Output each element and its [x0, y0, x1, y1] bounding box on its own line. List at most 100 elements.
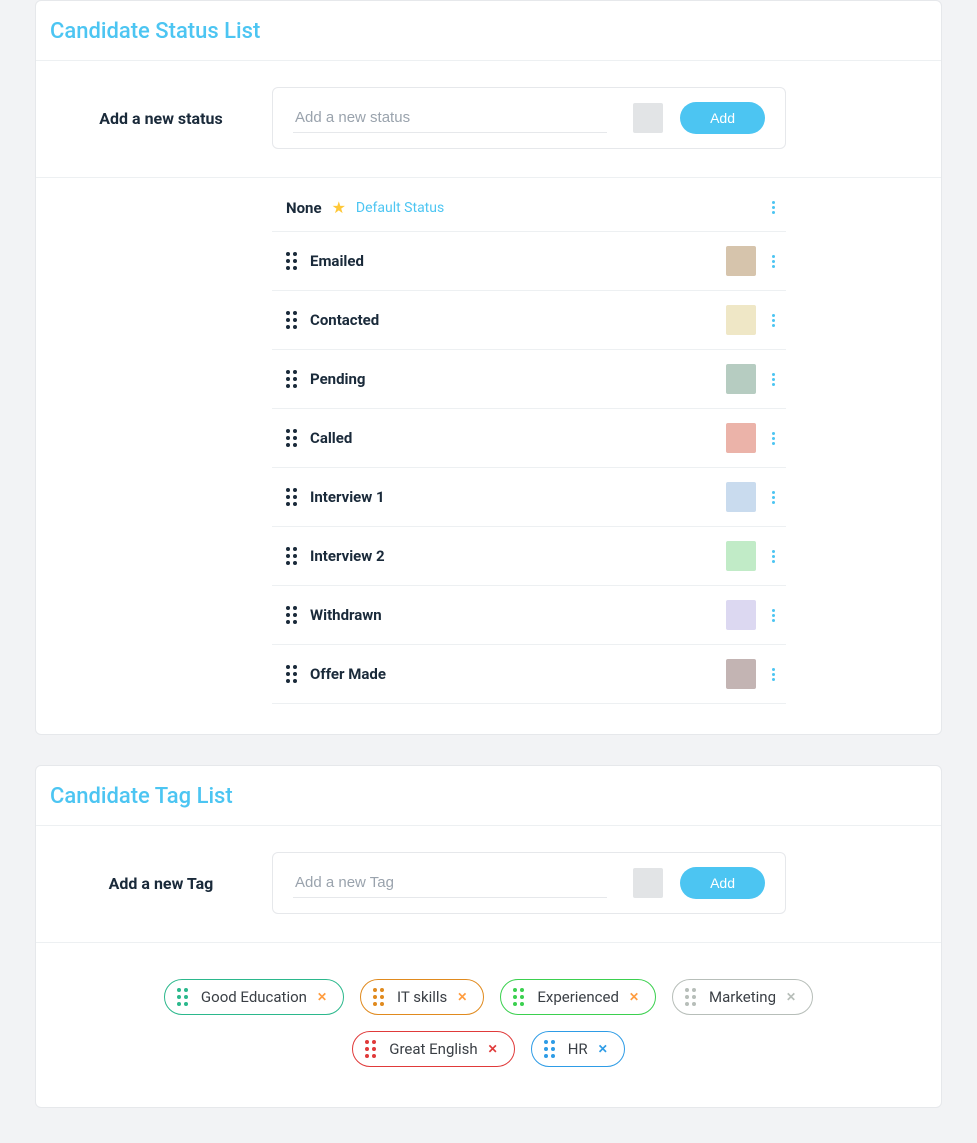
status-row: Emailed — [272, 232, 786, 291]
status-row-left: Pending — [286, 370, 365, 388]
status-label: Pending — [310, 370, 365, 388]
status-row: Pending — [272, 350, 786, 409]
status-row-left: Emailed — [286, 252, 364, 270]
default-status-link[interactable]: Default Status — [356, 200, 444, 216]
status-row: Offer Made — [272, 645, 786, 704]
status-row-right — [726, 364, 780, 394]
status-row-right — [726, 482, 780, 512]
status-row-right — [726, 541, 780, 571]
tags-area: Good Education✕ IT skills✕ Experienced✕ Mar… — [36, 942, 941, 1077]
status-list-area: None ★ Default Status Emailed Contacted Pe… — [36, 177, 941, 704]
status-label: Called — [310, 429, 352, 447]
drag-handle-icon[interactable] — [286, 665, 300, 683]
status-add-left — [293, 103, 663, 133]
kebab-icon[interactable] — [766, 665, 780, 684]
kebab-icon[interactable] — [766, 311, 780, 330]
status-row-right — [726, 659, 780, 689]
kebab-icon[interactable] — [766, 252, 780, 271]
kebab-icon[interactable] — [766, 488, 780, 507]
status-row: Interview 2 — [272, 527, 786, 586]
drag-handle-icon[interactable] — [286, 370, 300, 388]
status-row-right — [726, 600, 780, 630]
close-icon[interactable]: ✕ — [457, 990, 467, 1004]
kebab-icon[interactable] — [766, 606, 780, 625]
drag-handle-icon[interactable] — [544, 1040, 558, 1058]
close-icon[interactable]: ✕ — [629, 990, 639, 1004]
tag-add-label: Add a new Tag — [50, 874, 272, 893]
drag-handle-icon[interactable] — [286, 606, 300, 624]
status-color-swatch[interactable] — [726, 364, 756, 394]
tag-label: Marketing — [709, 988, 776, 1006]
status-color-picker[interactable] — [633, 103, 663, 133]
status-color-swatch[interactable] — [726, 659, 756, 689]
tag-add-input[interactable] — [293, 868, 607, 898]
close-icon[interactable]: ✕ — [488, 1042, 498, 1056]
drag-handle-icon[interactable] — [286, 311, 300, 329]
drag-handle-icon[interactable] — [373, 988, 387, 1006]
status-label: Withdrawn — [310, 606, 382, 624]
status-label: Emailed — [310, 252, 364, 270]
status-row: Interview 1 — [272, 468, 786, 527]
status-label: Interview 2 — [310, 547, 385, 565]
close-icon[interactable]: ✕ — [317, 990, 327, 1004]
tag-add-button[interactable]: Add — [680, 867, 765, 899]
status-color-swatch[interactable] — [726, 246, 756, 276]
tag-pill: Experienced✕ — [500, 979, 656, 1015]
tag-pill: Marketing ✕ — [672, 979, 813, 1015]
status-add-button[interactable]: Add — [680, 102, 765, 134]
drag-handle-icon[interactable] — [685, 988, 699, 1006]
status-row-left: Interview 1 — [286, 488, 385, 506]
drag-handle-icon[interactable] — [286, 547, 300, 565]
status-label: None — [286, 199, 322, 217]
status-row-right — [726, 246, 780, 276]
status-color-swatch[interactable] — [726, 305, 756, 335]
status-row-default: None ★ Default Status — [272, 178, 786, 232]
drag-handle-icon[interactable] — [286, 429, 300, 447]
status-row-left: Contacted — [286, 311, 379, 329]
status-add-label: Add a new status — [50, 109, 272, 128]
tag-label: HR — [568, 1040, 588, 1058]
kebab-icon[interactable] — [766, 370, 780, 389]
status-row-right — [766, 198, 780, 217]
kebab-icon[interactable] — [766, 198, 780, 217]
status-add-input[interactable] — [293, 103, 607, 133]
drag-handle-icon[interactable] — [177, 988, 191, 1006]
status-label: Interview 1 — [310, 488, 385, 506]
status-row-left: Interview 2 — [286, 547, 385, 565]
tag-add-left — [293, 868, 663, 898]
tag-add-box: Add — [272, 852, 786, 914]
status-color-swatch[interactable] — [726, 423, 756, 453]
tag-label: Great English — [389, 1040, 477, 1058]
status-card-title: Candidate Status List — [50, 19, 927, 44]
tag-color-picker[interactable] — [633, 868, 663, 898]
kebab-icon[interactable] — [766, 429, 780, 448]
close-icon[interactable]: ✕ — [786, 990, 796, 1004]
tag-pill: HR ✕ — [531, 1031, 625, 1067]
drag-handle-icon[interactable] — [513, 988, 527, 1006]
close-icon[interactable]: ✕ — [598, 1042, 608, 1056]
status-add-section: Add a new status Add — [36, 61, 941, 149]
status-color-swatch[interactable] — [726, 600, 756, 630]
tag-card-title: Candidate Tag List — [50, 784, 927, 809]
drag-handle-icon[interactable] — [286, 252, 300, 270]
status-row-right — [726, 423, 780, 453]
status-row-right — [726, 305, 780, 335]
tag-pill: IT skills✕ — [360, 979, 484, 1015]
status-color-swatch[interactable] — [726, 482, 756, 512]
status-label: Offer Made — [310, 665, 386, 683]
status-row: Withdrawn — [272, 586, 786, 645]
tag-pill: Great English ✕ — [352, 1031, 515, 1067]
status-row-left: Called — [286, 429, 352, 447]
drag-handle-icon[interactable] — [365, 1040, 379, 1058]
status-row-left: Withdrawn — [286, 606, 382, 624]
kebab-icon[interactable] — [766, 547, 780, 566]
status-add-box: Add — [272, 87, 786, 149]
star-icon: ★ — [332, 200, 346, 216]
tag-card: Candidate Tag List Add a new Tag Add Goo… — [35, 765, 942, 1108]
tag-pill: Good Education✕ — [164, 979, 344, 1015]
status-color-swatch[interactable] — [726, 541, 756, 571]
status-list: None ★ Default Status Emailed Contacted Pe… — [272, 178, 786, 704]
drag-handle-icon[interactable] — [286, 488, 300, 506]
status-card-header: Candidate Status List — [36, 1, 941, 61]
status-card: Candidate Status List Add a new status A… — [35, 0, 942, 735]
